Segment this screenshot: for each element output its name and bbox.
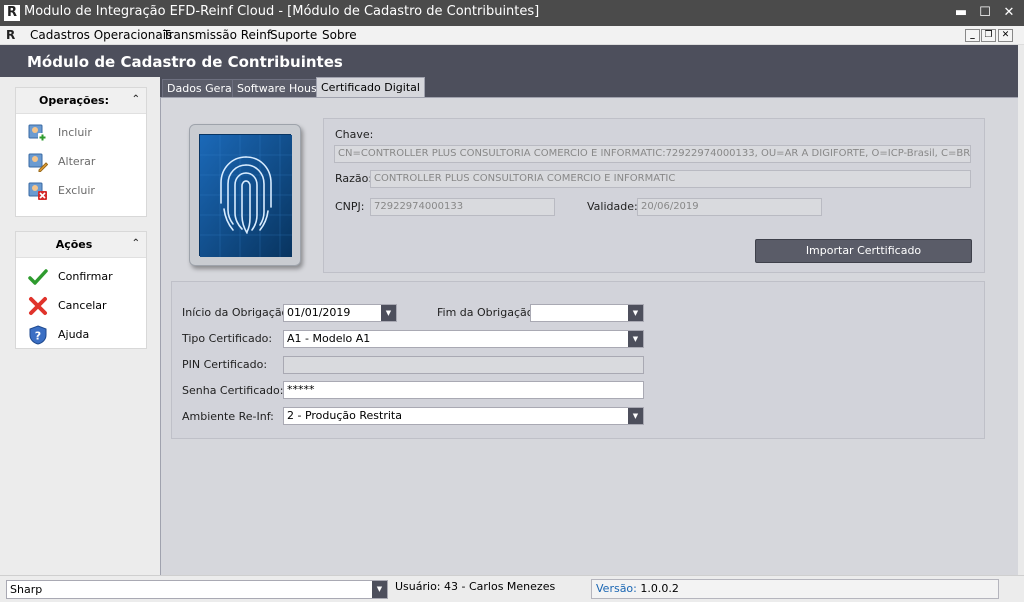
mdi-restore-button[interactable]: ❐: [981, 29, 996, 42]
fim-obrigacao-label: Fim da Obrigação:: [437, 306, 538, 319]
minimize-button[interactable]: ▬: [950, 4, 972, 22]
pin-certificado-field: [283, 356, 644, 374]
cnpj-field: 72922974000133: [370, 198, 555, 216]
validade-field: 20/06/2019: [637, 198, 822, 216]
window-title: Modulo de Integração EFD-Reinf Cloud - […: [24, 4, 540, 19]
menu-bar: R Cadastros Operacionais Transmissão Rei…: [0, 26, 1024, 45]
help-shield-icon: ?: [29, 325, 47, 345]
fingerprint-icon: [200, 135, 292, 257]
ambiente-reinf-label: Ambiente Re-Inf:: [182, 410, 274, 423]
cross-icon: [29, 297, 47, 315]
menu-cadastros-operacionais[interactable]: Cadastros Operacionais: [30, 28, 172, 42]
sidebar-item-ajuda[interactable]: ? Ajuda: [16, 320, 146, 349]
sidebar: Operações: ⌃ Incluir Alterar Excluir Açõ…: [0, 77, 160, 575]
sidebar-item-cancelar[interactable]: Cancelar: [16, 291, 146, 320]
excluir-label: Excluir: [58, 184, 95, 197]
tab-strip: Dados Gerais Software House Certificado …: [160, 77, 1018, 98]
sidebar-item-excluir[interactable]: Excluir: [16, 176, 146, 205]
edit-user-icon: [28, 153, 48, 172]
fingerprint-tablet-icon: [189, 124, 301, 266]
ajuda-label: Ajuda: [58, 328, 90, 341]
ambiente-reinf-value: 2 - Produção Restrita: [287, 409, 402, 422]
mdi-close-button[interactable]: ✕: [998, 29, 1013, 42]
menu-suporte[interactable]: Suporte: [270, 28, 317, 42]
tab-software-house[interactable]: Software House: [232, 79, 329, 98]
app-window: R Modulo de Integração EFD-Reinf Cloud -…: [0, 0, 1024, 602]
chevron-down-icon[interactable]: ▼: [381, 305, 396, 321]
maximize-button[interactable]: ☐: [974, 4, 996, 22]
theme-value: Sharp: [10, 583, 43, 596]
sidebar-item-alterar[interactable]: Alterar: [16, 147, 146, 176]
status-user: Usuário: 43 - Carlos Menezes: [395, 580, 556, 593]
status-version: Versão: 1.0.0.2: [591, 579, 999, 599]
razao-label: Razão:: [335, 172, 373, 185]
chevron-down-icon[interactable]: ▼: [628, 408, 643, 424]
title-bar: R Modulo de Integração EFD-Reinf Cloud -…: [0, 0, 1024, 26]
inicio-obrigacao-label: Início da Obrigação:: [182, 306, 292, 319]
menu-transmissao-reinf[interactable]: Transmissão Reinf: [163, 28, 271, 42]
cancelar-label: Cancelar: [58, 299, 107, 312]
acoes-title: Ações: [55, 238, 93, 251]
confirmar-label: Confirmar: [58, 270, 113, 283]
chevron-down-icon[interactable]: ▼: [628, 331, 643, 347]
version-label: Versão:: [596, 582, 637, 595]
validade-label: Validade:: [587, 200, 638, 213]
collapse-chevron-icon[interactable]: ⌃: [132, 237, 140, 251]
chave-field: CN=CONTROLLER PLUS CONSULTORIA COMERCIO …: [334, 145, 971, 163]
inicio-obrigacao-value: 01/01/2019: [287, 306, 351, 319]
chave-label: Chave:: [335, 128, 374, 141]
operacoes-header[interactable]: Operações: ⌃: [16, 88, 146, 114]
delete-user-icon: [28, 182, 47, 200]
sidebar-item-incluir[interactable]: Incluir: [16, 118, 146, 147]
pin-certificado-label: PIN Certificado:: [182, 358, 268, 371]
alterar-label: Alterar: [58, 155, 96, 168]
senha-certificado-label: Senha Certificado:: [182, 384, 284, 397]
razao-field: CONTROLLER PLUS CONSULTORIA COMERCIO E I…: [370, 170, 971, 188]
svg-text:?: ?: [35, 330, 41, 343]
module-title: Módulo de Cadastro de Contribuintes: [27, 53, 343, 71]
chevron-down-icon[interactable]: ▼: [372, 581, 387, 598]
app-logo-icon: R: [4, 5, 20, 21]
right-border: [1018, 45, 1024, 575]
operacoes-title: Operações:: [38, 94, 110, 107]
tipo-certificado-label: Tipo Certificado:: [182, 332, 273, 345]
close-button[interactable]: ✕: [998, 4, 1020, 22]
add-user-icon: [28, 124, 47, 142]
mdi-minimize-button[interactable]: _: [965, 29, 980, 42]
check-icon: [28, 269, 48, 285]
collapse-chevron-icon[interactable]: ⌃: [132, 93, 140, 107]
version-value: 1.0.0.2: [640, 582, 679, 595]
operacoes-panel: Operações: ⌃ Incluir Alterar Excluir: [15, 87, 147, 217]
sidebar-item-confirmar[interactable]: Confirmar: [16, 262, 146, 291]
theme-select[interactable]: Sharp ▼: [6, 580, 388, 599]
senha-certificado-field[interactable]: *****: [283, 381, 644, 399]
inicio-obrigacao-date[interactable]: 01/01/2019 ▼: [283, 304, 397, 322]
acoes-panel: Ações ⌃ Confirmar Cancelar ? Ajuda: [15, 231, 147, 349]
cnpj-label: CNPJ:: [335, 200, 365, 213]
module-header: Módulo de Cadastro de Contribuintes: [0, 45, 1018, 77]
tab-certificado-digital[interactable]: Certificado Digital: [316, 77, 425, 98]
chevron-down-icon[interactable]: ▼: [628, 305, 643, 321]
tipo-certificado-select[interactable]: A1 - Modelo A1 ▼: [283, 330, 644, 348]
ambiente-reinf-select[interactable]: 2 - Produção Restrita ▼: [283, 407, 644, 425]
acoes-header[interactable]: Ações ⌃: [16, 232, 146, 258]
fim-obrigacao-date[interactable]: ▼: [530, 304, 644, 322]
status-bar: Sharp ▼ Usuário: 43 - Carlos Menezes Ver…: [0, 575, 1024, 602]
menu-sobre[interactable]: Sobre: [322, 28, 357, 42]
import-certificate-button[interactable]: Importar Certtificado: [755, 239, 972, 263]
incluir-label: Incluir: [58, 126, 92, 139]
tipo-certificado-value: A1 - Modelo A1: [287, 332, 371, 345]
menu-app-icon[interactable]: R: [6, 28, 22, 43]
